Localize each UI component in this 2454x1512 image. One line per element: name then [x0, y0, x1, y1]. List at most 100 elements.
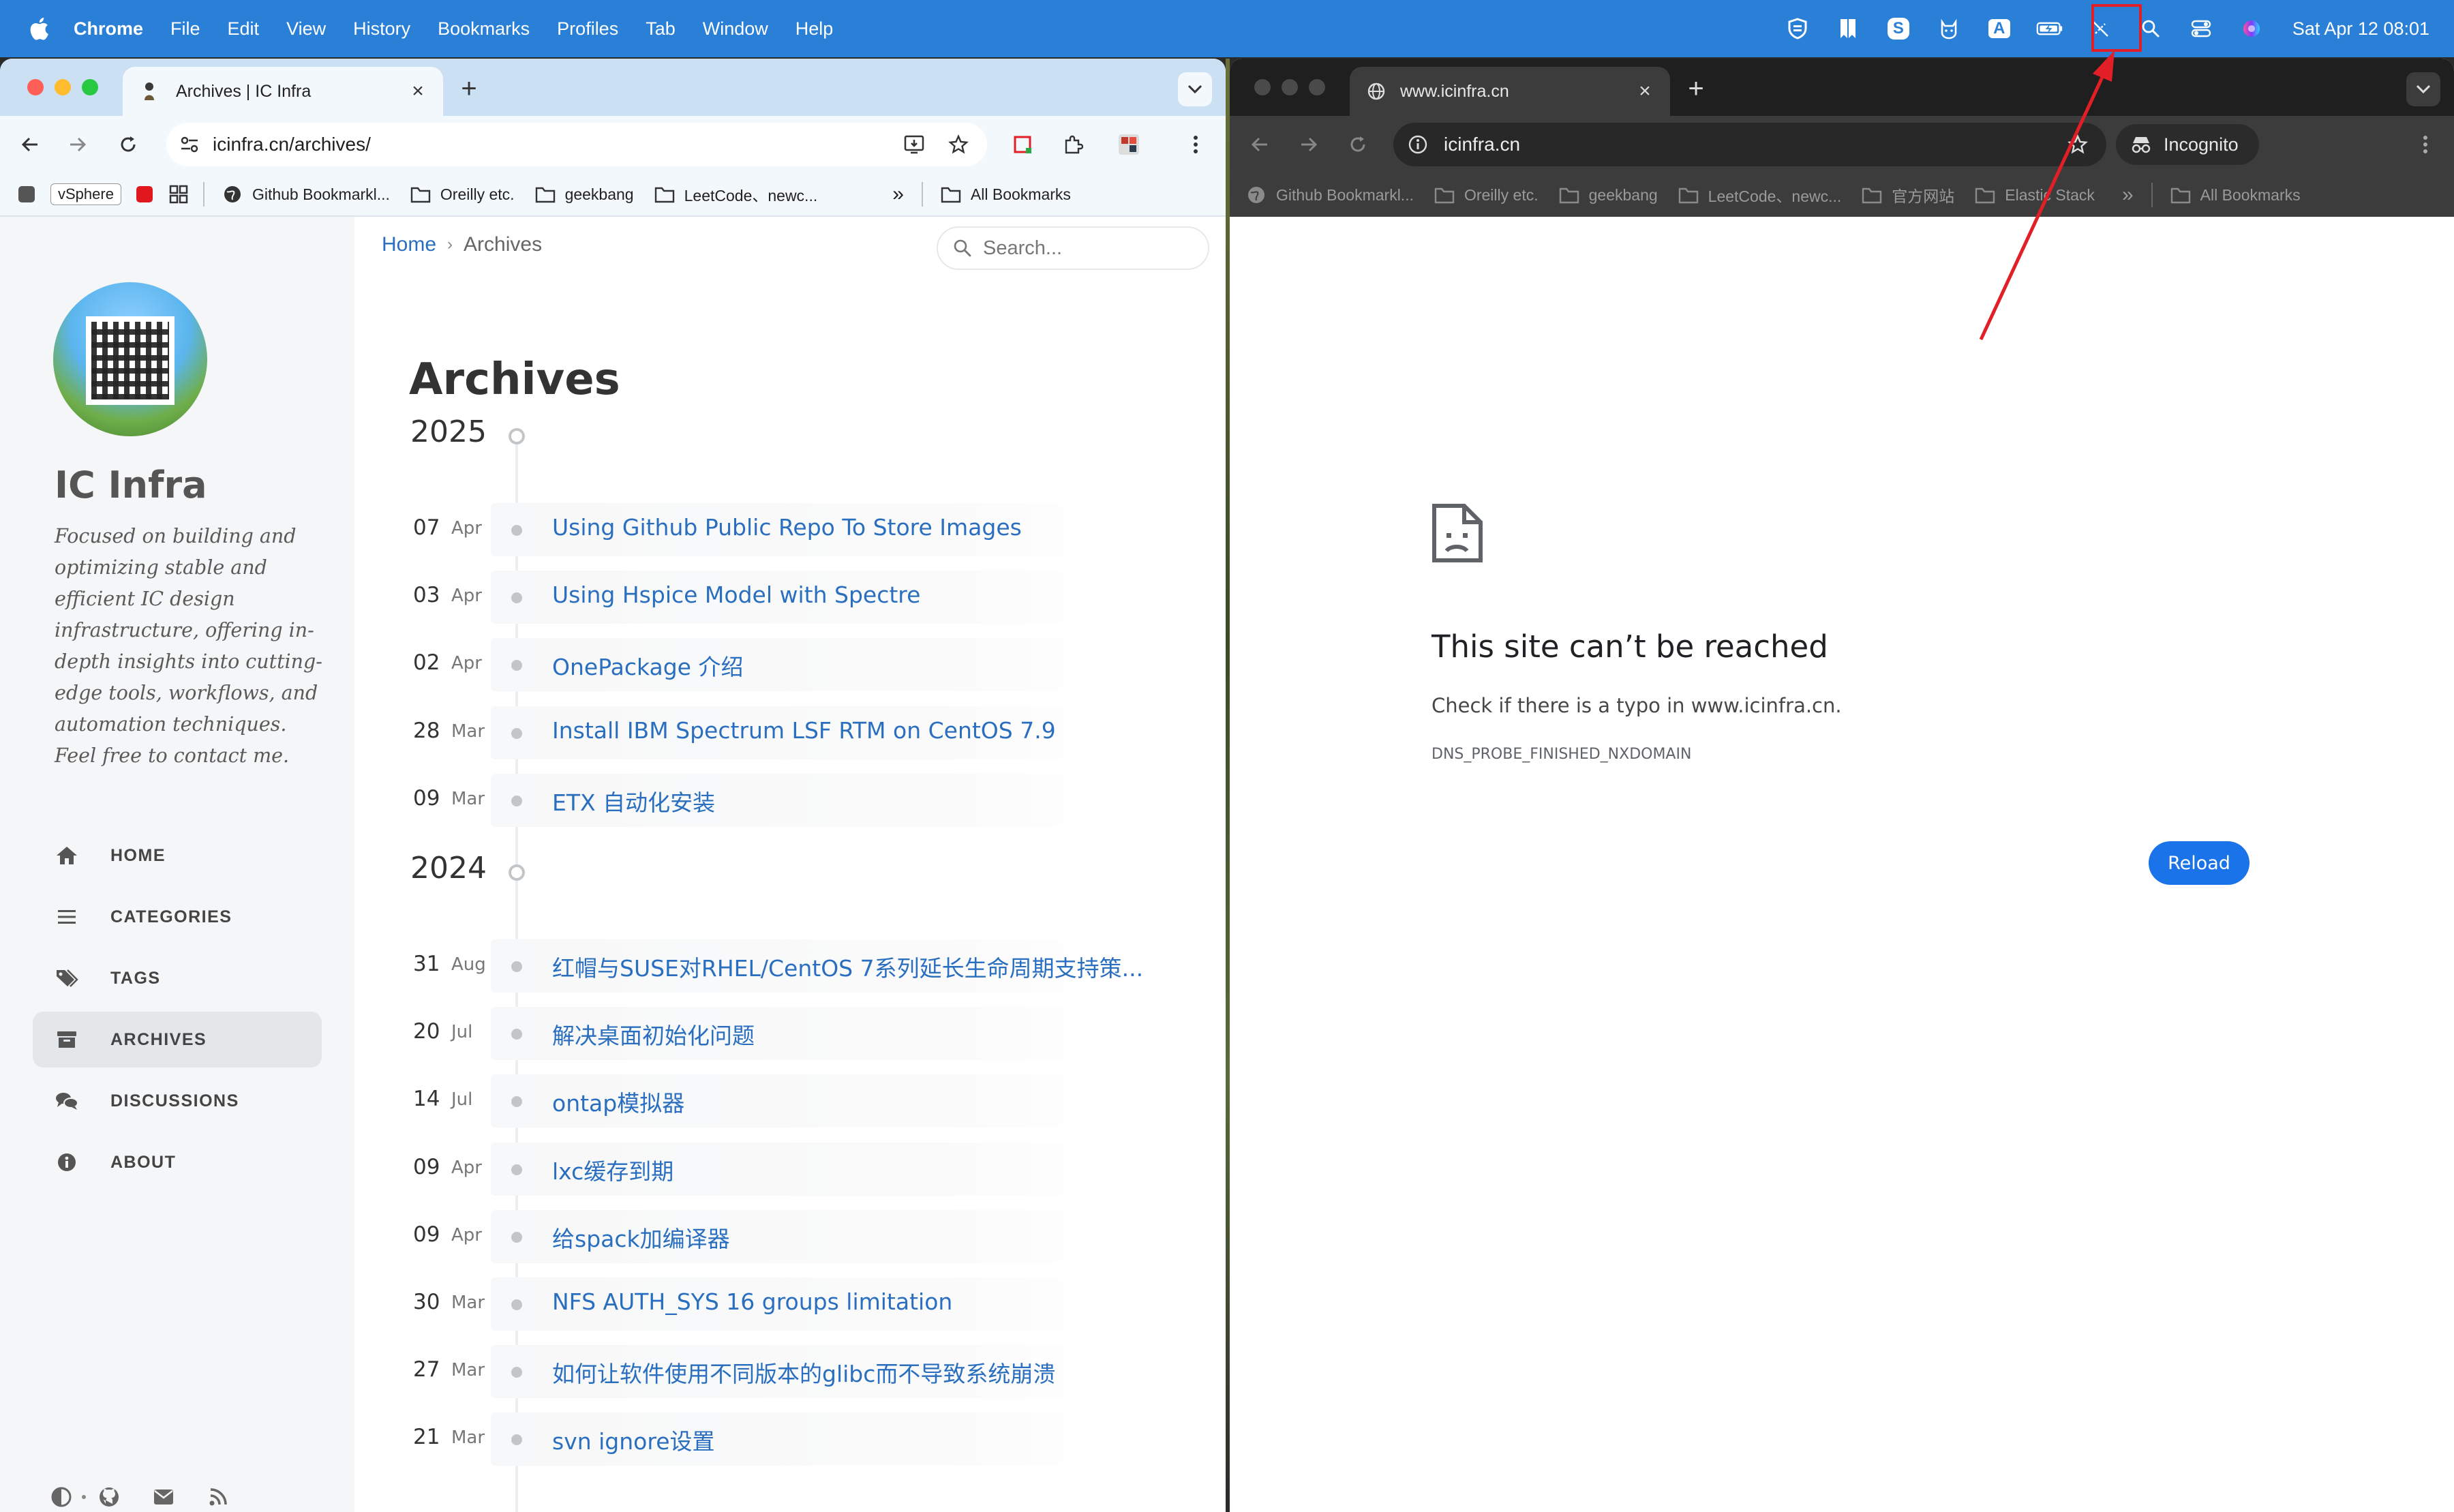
- theme-toggle-icon[interactable]: [48, 1483, 75, 1511]
- battery-icon[interactable]: [2036, 15, 2063, 42]
- forward-button[interactable]: [61, 128, 94, 161]
- browser-menu-kebab-icon[interactable]: [1179, 128, 1212, 161]
- tab-search-button[interactable]: [1178, 72, 1212, 106]
- bookmark-folder-geekbang[interactable]: geekbang: [535, 184, 634, 205]
- close-window-button[interactable]: [27, 79, 44, 95]
- post-title-link[interactable]: 红帽与SUSE对RHEL/CentOS 7系列延长生命周期支持策...: [552, 950, 1143, 983]
- bookmark-folder-official[interactable]: 官方网站: [1862, 183, 1954, 207]
- profile-avatar-icon[interactable]: [1112, 128, 1145, 161]
- browser-menu-kebab-icon[interactable]: [2410, 130, 2440, 160]
- apple-menu-icon[interactable]: [27, 15, 50, 42]
- back-button[interactable]: [1243, 128, 1276, 161]
- bookmark-folder-geekbang[interactable]: geekbang: [1559, 185, 1658, 205]
- bookmark-vsphere[interactable]: vSphere: [50, 183, 121, 205]
- minimize-window-button[interactable]: [1282, 79, 1298, 95]
- tab-icinfra[interactable]: www.icinfra.cn ×: [1350, 67, 1670, 116]
- bookmark-status-icon[interactable]: [1834, 15, 1862, 42]
- bookmark-folder-elastic[interactable]: Elastic Stack: [1975, 185, 2095, 205]
- github-icon[interactable]: [95, 1483, 123, 1511]
- sidebar-item-archives[interactable]: ARCHIVES: [33, 1012, 322, 1068]
- bookmark-all-bookmarks[interactable]: All Bookmarks: [941, 184, 1071, 205]
- menu-app-name[interactable]: Chrome: [74, 18, 143, 40]
- post-title-link[interactable]: Using Hspice Model with Spectre: [552, 581, 920, 608]
- new-tab-button[interactable]: +: [453, 72, 485, 105]
- breadcrumb-home-link[interactable]: Home: [382, 233, 436, 256]
- bookmark-star-icon[interactable]: [2063, 130, 2093, 160]
- bookmark-red-icon[interactable]: [135, 185, 154, 204]
- search-input[interactable]: [983, 237, 1187, 260]
- bookmark-app-icon[interactable]: [16, 184, 37, 205]
- minimize-window-button[interactable]: [55, 79, 71, 95]
- post-title-link[interactable]: svn ignore设置: [552, 1423, 715, 1456]
- close-window-button[interactable]: [1254, 79, 1271, 95]
- close-tab-icon[interactable]: ×: [406, 80, 429, 103]
- menu-help[interactable]: Help: [796, 18, 834, 40]
- bookmark-github[interactable]: Github Bookmarkl...: [222, 184, 390, 205]
- post-title-link[interactable]: Using Github Public Repo To Store Images: [552, 514, 1022, 541]
- cat-status-icon[interactable]: [1935, 15, 1963, 42]
- bookmarks-overflow-button[interactable]: »: [2122, 183, 2134, 207]
- menu-window[interactable]: Window: [703, 18, 768, 40]
- sidebar-item-tags[interactable]: TAGS: [33, 950, 322, 1006]
- reload-page-button[interactable]: Reload: [2149, 841, 2250, 885]
- sidebar-item-discussions[interactable]: DISCUSSIONS: [33, 1073, 322, 1129]
- menu-edit[interactable]: Edit: [228, 18, 260, 40]
- bookmark-folder-oreilly[interactable]: Oreilly etc.: [410, 184, 515, 205]
- extensions-puzzle-icon[interactable]: [1057, 128, 1089, 161]
- avatar[interactable]: [53, 282, 207, 436]
- reload-button[interactable]: [1342, 128, 1374, 161]
- bookmark-folder-leetcode[interactable]: LeetCode、newc...: [654, 183, 817, 206]
- email-icon[interactable]: [150, 1483, 177, 1511]
- site-title[interactable]: IC Infra: [55, 464, 207, 506]
- menu-profiles[interactable]: Profiles: [557, 18, 618, 40]
- incognito-indicator[interactable]: Incognito: [2116, 124, 2259, 165]
- siri-icon[interactable]: [2238, 15, 2265, 42]
- menu-clock[interactable]: Sat Apr 12 08:01: [2292, 18, 2429, 40]
- bookmark-folder-leetcode[interactable]: LeetCode、newc...: [1678, 183, 1841, 207]
- post-title-link[interactable]: ontap模拟器: [552, 1085, 684, 1118]
- rss-icon[interactable]: [204, 1483, 232, 1511]
- tab-search-button[interactable]: [2406, 72, 2440, 106]
- post-title-link[interactable]: 给spack加编译器: [552, 1221, 730, 1254]
- menu-view[interactable]: View: [286, 18, 326, 40]
- menu-file[interactable]: File: [170, 18, 200, 40]
- menu-tab[interactable]: Tab: [646, 18, 676, 40]
- sidebar-item-categories[interactable]: CATEGORIES: [33, 889, 322, 945]
- site-info-icon[interactable]: [1404, 131, 1432, 158]
- reload-button[interactable]: [112, 128, 145, 161]
- post-title-link[interactable]: 如何让软件使用不同版本的glibc而不导致系统崩溃: [552, 1356, 1055, 1389]
- menu-history[interactable]: History: [353, 18, 410, 40]
- tab-archives[interactable]: Archives | IC Infra ×: [123, 67, 443, 116]
- post-title-link[interactable]: OnePackage 介绍: [552, 649, 743, 682]
- s-app-status-icon[interactable]: S: [1885, 15, 1912, 42]
- site-info-icon[interactable]: [176, 131, 203, 158]
- post-title-link[interactable]: lxc缓存到期: [552, 1153, 673, 1186]
- forward-button[interactable]: [1292, 128, 1325, 161]
- control-center-icon[interactable]: [2187, 15, 2215, 42]
- shield-status-icon[interactable]: [1784, 15, 1811, 42]
- input-method-status-icon[interactable]: A: [1986, 15, 2013, 42]
- bookmarks-overflow-button[interactable]: »: [892, 183, 904, 206]
- new-tab-button[interactable]: +: [1680, 72, 1712, 105]
- address-bar[interactable]: icinfra.cn/archives/: [166, 123, 987, 166]
- back-button[interactable]: [14, 128, 46, 161]
- bookmark-folder-oreilly[interactable]: Oreilly etc.: [1434, 185, 1539, 205]
- bookmark-all-bookmarks[interactable]: All Bookmarks: [2170, 185, 2301, 205]
- post-title-link[interactable]: 解决桌面初始化问题: [552, 1018, 755, 1050]
- post-title-link[interactable]: NFS AUTH_SYS 16 groups limitation: [552, 1288, 952, 1315]
- search-box[interactable]: [937, 226, 1209, 270]
- close-tab-icon[interactable]: ×: [1633, 80, 1656, 103]
- address-bar[interactable]: icinfra.cn: [1393, 123, 2106, 166]
- zoom-window-button[interactable]: [82, 79, 98, 95]
- post-title-link[interactable]: Install IBM Spectrum LSF RTM on CentOS 7…: [552, 717, 1056, 744]
- sidebar-item-about[interactable]: ABOUT: [33, 1134, 322, 1190]
- bookmark-grid-icon[interactable]: [169, 185, 188, 204]
- zoom-window-button[interactable]: [1309, 79, 1325, 95]
- install-app-icon[interactable]: [900, 130, 930, 160]
- sidebar-item-home[interactable]: HOME: [33, 828, 322, 883]
- post-title-link[interactable]: ETX 自动化安装: [552, 785, 715, 817]
- bookmark-github[interactable]: Github Bookmarkl...: [1246, 185, 1414, 205]
- screen-capture-extension-icon[interactable]: [1006, 128, 1039, 161]
- bookmark-star-icon[interactable]: [943, 130, 973, 160]
- menu-bookmarks[interactable]: Bookmarks: [438, 18, 530, 40]
